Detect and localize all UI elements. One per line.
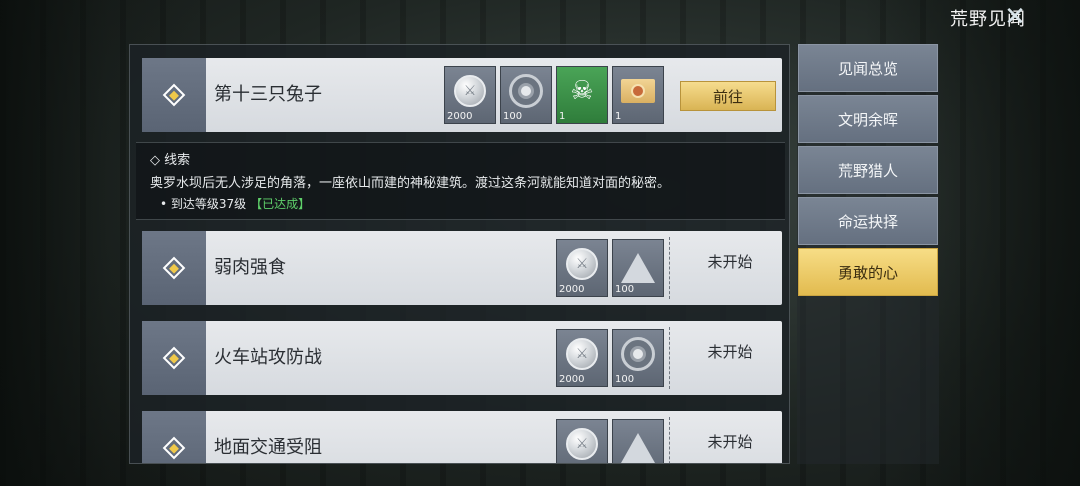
tab-civilization[interactable]: 文明余晖	[798, 95, 938, 143]
quest-card[interactable]: 第十三只兔子 ⚔ 2000 100 ☠ 1 1 前往	[142, 58, 782, 132]
reward-item[interactable]	[612, 419, 664, 463]
category-tabs: 见闻总览 文明余晖 荒野猎人 命运抉择 勇敢的心	[797, 44, 939, 464]
clue-title: ◇ 线索	[150, 153, 191, 168]
quest-name: 火车站攻防战	[214, 347, 322, 368]
quest-marker	[142, 231, 206, 305]
divider	[669, 327, 670, 389]
reward-amount: 2000	[559, 284, 585, 295]
reward-item[interactable]: ⚔	[556, 419, 608, 463]
skull-icon: ☠	[570, 76, 594, 106]
tab-wild-hunter[interactable]: 荒野猎人	[798, 146, 938, 194]
requirement-text: • 到达等级37级	[160, 197, 247, 211]
divider	[669, 417, 670, 463]
quest-marker	[142, 411, 206, 463]
reward-item[interactable]: 100	[612, 239, 664, 297]
clue-panel: ◇ 线索 奥罗水坝后无人涉足的角落，一座依山而建的神秘建筑。渡过这条河就能知道对…	[136, 142, 785, 220]
quest-list[interactable]: 第十三只兔子 ⚔ 2000 100 ☠ 1 1 前往 ◇ 线索 奥罗水坝后无人涉…	[129, 44, 790, 464]
close-icon[interactable]: ✕	[1002, 4, 1028, 30]
divider	[669, 237, 670, 299]
quest-marker	[142, 321, 206, 395]
reward-item[interactable]: ⚔ 2000	[444, 66, 496, 124]
quest-card[interactable]: 火车站攻防战 ⚔ 2000 100 未开始	[142, 321, 782, 395]
diamond-icon	[162, 256, 186, 280]
xp-target-icon	[509, 74, 543, 108]
xp-target-icon	[621, 337, 655, 371]
quest-marker	[142, 58, 206, 132]
reward-amount: 1	[615, 111, 622, 122]
coin-icon: ⚔	[566, 338, 598, 370]
quest-card[interactable]: 弱肉强食 ⚔ 2000 100 未开始	[142, 231, 782, 305]
reward-item[interactable]: 1	[612, 66, 664, 124]
diamond-icon	[162, 346, 186, 370]
quest-name: 地面交通受阻	[214, 437, 322, 458]
tab-overview[interactable]: 见闻总览	[798, 44, 938, 92]
diamond-icon	[162, 436, 186, 460]
rank-icon	[621, 433, 655, 463]
reward-amount: 100	[615, 374, 635, 385]
coin-icon: ⚔	[566, 248, 598, 280]
coin-icon: ⚔	[566, 428, 598, 460]
reward-item[interactable]: ⚔ 2000	[556, 239, 608, 297]
top-bar: 荒野见闻	[880, 0, 1080, 36]
reward-amount: 1	[559, 111, 566, 122]
rank-icon	[621, 253, 655, 283]
envelope-icon	[621, 79, 655, 103]
requirement-status: 【已达成】	[250, 197, 311, 211]
reward-amount: 2000	[559, 374, 585, 385]
clue-requirement: • 到达等级37级 【已达成】	[150, 195, 771, 212]
reward-amount: 2000	[447, 111, 473, 122]
reward-item[interactable]: ⚔ 2000	[556, 329, 608, 387]
quest-name: 弱肉强食	[214, 257, 286, 278]
reward-item[interactable]: ☠ 1	[556, 66, 608, 124]
clue-description: 奥罗水坝后无人涉足的角落，一座依山而建的神秘建筑。渡过这条河就能知道对面的秘密。	[150, 176, 671, 191]
quest-status: 未开始	[707, 253, 753, 271]
reward-item[interactable]: 100	[500, 66, 552, 124]
goto-button[interactable]: 前往	[680, 81, 776, 111]
quest-status: 未开始	[707, 343, 753, 361]
coin-icon: ⚔	[454, 75, 486, 107]
tab-brave-heart[interactable]: 勇敢的心	[798, 248, 938, 296]
quest-card[interactable]: 地面交通受阻 ⚔ 未开始	[142, 411, 782, 463]
reward-item[interactable]: 100	[612, 329, 664, 387]
quest-name: 第十三只兔子	[214, 84, 322, 105]
tab-destiny[interactable]: 命运抉择	[798, 197, 938, 245]
reward-amount: 100	[615, 284, 635, 295]
quest-status: 未开始	[707, 433, 753, 451]
diamond-icon	[162, 83, 186, 107]
reward-amount: 100	[503, 111, 523, 122]
